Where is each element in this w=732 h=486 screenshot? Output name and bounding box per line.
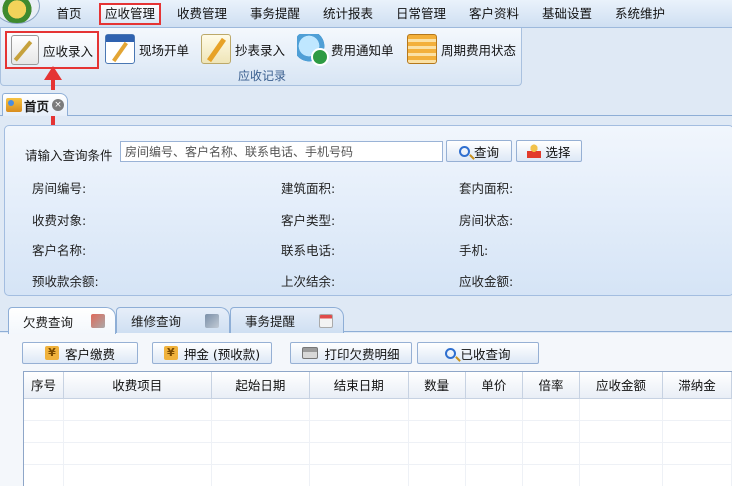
- menu-item-daily[interactable]: 日常管理: [389, 3, 453, 25]
- query-tab-strip: 欠费查询 维修查询 事务提醒: [0, 304, 732, 334]
- column-header[interactable]: 滞纳金: [662, 372, 732, 399]
- field-contact-phone: 联系电话:: [281, 243, 336, 258]
- column-header[interactable]: 序号: [24, 372, 65, 399]
- search-button-label: 查询: [473, 144, 499, 160]
- paid-query-label: 已收查询: [460, 346, 511, 362]
- menu-item-reminders[interactable]: 事务提醒: [243, 3, 307, 25]
- tab-arrears-query-label: 欠费查询: [23, 314, 74, 330]
- tab-task-reminders-label: 事务提醒: [245, 314, 296, 329]
- notepad-pen-icon: [11, 35, 39, 65]
- field-room-number: 房间编号:: [32, 181, 87, 196]
- tab-repair-query-label: 维修查询: [131, 314, 182, 329]
- receivable-entry-button[interactable]: 应收录入: [5, 31, 99, 69]
- tab-task-reminders[interactable]: 事务提醒: [230, 307, 344, 333]
- wrench-icon: [205, 314, 219, 328]
- ribbon-group-label: 应收记录: [237, 69, 286, 83]
- select-button-label: 选择: [545, 144, 571, 160]
- deposit-label: 押金 (预收款): [183, 346, 261, 362]
- table-row: [24, 442, 732, 465]
- tab-home[interactable]: 首页 ×: [2, 93, 68, 116]
- select-button[interactable]: 选择: [516, 140, 582, 162]
- ribbon-group-receivable-records: 应收录入 现场开单 抄表录入 费用通知单 周期费用状态 应收记录: [0, 28, 522, 86]
- yen-icon: ¥: [163, 346, 178, 360]
- printer-icon: [302, 347, 319, 359]
- column-header[interactable]: 起始日期: [211, 372, 311, 399]
- search-input[interactable]: [120, 141, 443, 162]
- table-row: [24, 464, 732, 486]
- search-icon: [445, 347, 457, 359]
- field-prepaid-balance: 预收款余额:: [32, 274, 99, 289]
- column-header[interactable]: 应收金额: [579, 372, 663, 399]
- meter-entry-button[interactable]: 抄表录入: [201, 32, 285, 66]
- field-room-status: 房间状态:: [459, 213, 514, 228]
- menu-bar: 首页 应收管理 收费管理 事务提醒 统计报表 日常管理 客户资料 基础设置 系统…: [0, 0, 732, 28]
- field-last-balance: 上次结余:: [281, 274, 336, 289]
- fee-notice-button[interactable]: 费用通知单: [297, 32, 394, 66]
- box-icon: [91, 314, 105, 328]
- arrears-table: 序号 收费项目 起始日期 结束日期 数量 单价 倍率 应收金额 滞纳金: [23, 371, 732, 486]
- close-icon[interactable]: ×: [52, 99, 65, 111]
- tab-home-title: 首页: [24, 98, 50, 114]
- onsite-billing-button[interactable]: 现场开单: [105, 32, 189, 66]
- column-header[interactable]: 倍率: [522, 372, 581, 399]
- app-logo: [0, 0, 40, 24]
- deposit-button[interactable]: ¥ 押金 (预收款): [152, 342, 272, 364]
- menu-item-reports[interactable]: 统计报表: [316, 3, 380, 25]
- column-header[interactable]: 结束日期: [309, 372, 409, 399]
- periodic-fee-status-button[interactable]: 周期费用状态: [407, 32, 516, 66]
- field-customer-name: 客户名称:: [32, 243, 87, 258]
- yen-icon: ¥: [44, 346, 59, 360]
- menu-item-maintenance[interactable]: 系统维护: [608, 3, 672, 25]
- form-pen-icon: [105, 34, 135, 64]
- table-header-row: 序号 收费项目 起始日期 结束日期 数量 单价 倍率 应收金额 滞纳金: [24, 372, 732, 399]
- customer-payment-label: 客户缴费: [64, 346, 115, 362]
- column-header[interactable]: 数量: [408, 372, 466, 399]
- table-row: [24, 398, 732, 421]
- menu-item-receivables[interactable]: 应收管理: [99, 3, 161, 25]
- print-arrears-button[interactable]: 打印欠费明细: [290, 342, 412, 364]
- column-header[interactable]: 单价: [465, 372, 523, 399]
- receivable-entry-label: 应收录入: [42, 43, 93, 59]
- tab-arrears-query[interactable]: 欠费查询: [8, 307, 116, 334]
- menu-item-home[interactable]: 首页: [46, 3, 92, 25]
- document-tab-bar: 首页 ×: [0, 90, 732, 116]
- periodic-fee-status-label: 周期费用状态: [441, 42, 517, 58]
- field-charge-target: 收费对象:: [32, 213, 87, 228]
- customer-payment-button[interactable]: ¥ 客户缴费: [22, 342, 138, 364]
- calendar-clock-icon: [319, 314, 333, 328]
- search-icon: [458, 145, 470, 157]
- meter-entry-label: 抄表录入: [235, 42, 286, 58]
- field-mobile: 手机:: [459, 243, 489, 258]
- notice-refresh-icon: [297, 34, 329, 66]
- home-users-icon: [6, 98, 22, 112]
- menu-item-charges[interactable]: 收费管理: [170, 3, 234, 25]
- ledger-icon: [407, 34, 437, 64]
- pencil-sheet-icon: [201, 34, 231, 64]
- action-bar: ¥ 客户缴费 ¥ 押金 (预收款) 打印欠费明细 已收查询: [0, 333, 732, 371]
- person-icon: [527, 144, 542, 158]
- onsite-billing-label: 现场开单: [139, 42, 190, 58]
- field-building-area: 建筑面积:: [281, 181, 336, 196]
- column-header[interactable]: 收费项目: [63, 372, 212, 399]
- ribbon: 应收录入 现场开单 抄表录入 费用通知单 周期费用状态 应收记录: [0, 28, 732, 88]
- fee-notice-label: 费用通知单: [331, 42, 394, 58]
- print-arrears-label: 打印欠费明细: [324, 346, 400, 362]
- field-inner-area: 套内面积:: [459, 181, 514, 196]
- field-customer-type: 客户类型:: [281, 213, 336, 228]
- menu-item-settings[interactable]: 基础设置: [535, 3, 599, 25]
- menu-item-customers[interactable]: 客户资料: [462, 3, 526, 25]
- query-label: 请输入查询条件: [25, 148, 113, 163]
- tab-repair-query[interactable]: 维修查询: [116, 307, 230, 333]
- paid-query-button[interactable]: 已收查询: [417, 342, 539, 364]
- table-row: [24, 420, 732, 443]
- search-button[interactable]: 查询: [446, 140, 512, 162]
- query-panel: 请输入查询条件 查询 选择 房间编号: 建筑面积: 套内面积: 收费对象: 客户…: [4, 125, 732, 296]
- field-receivable-amount: 应收金额:: [459, 274, 514, 289]
